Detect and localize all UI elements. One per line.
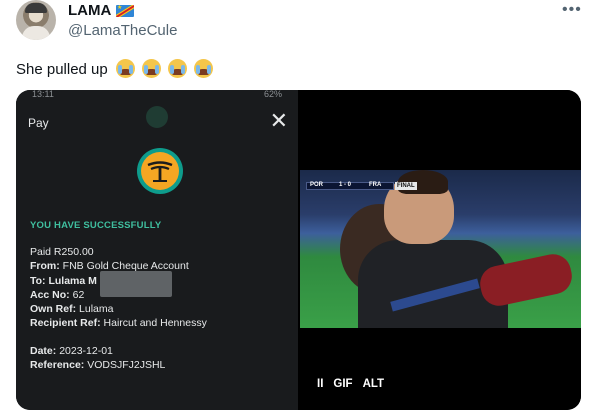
to-label: To:	[30, 274, 46, 287]
status-time: 13:11	[32, 90, 54, 99]
author-handle[interactable]: @LamaTheCule	[68, 22, 177, 39]
payment-screenshot[interactable]: 13:11 62% Pay ✕ YOU HAVE SUCCESSFULLY Pa…	[16, 90, 298, 410]
gif-frame: POR 1 - 0 FRA FINAL	[300, 170, 581, 328]
paid-row: Paid R250.00	[30, 246, 94, 258]
from-label: From:	[30, 260, 60, 273]
recipient-ref-label: Recipient Ref:	[30, 317, 101, 330]
author-name[interactable]: LAMA	[68, 2, 111, 19]
gif-pane[interactable]: POR 1 - 0 FRA FINAL II GIF ALT	[300, 90, 581, 410]
alt-button[interactable]: ALT	[363, 378, 385, 390]
score-away: FRA	[369, 182, 382, 188]
reference-row: Reference: VODSJFJ2JSHL	[30, 358, 165, 372]
recipient-ref-value: Haircut and Hennessy	[103, 317, 207, 330]
own-ref-row: Own Ref: Lulama	[30, 302, 207, 316]
loudly-crying-face-icon	[194, 59, 214, 78]
recipient-ref-row: Recipient Ref: Haircut and Hennessy	[30, 316, 207, 330]
media-grid[interactable]: 13:11 62% Pay ✕ YOU HAVE SUCCESSFULLY Pa…	[16, 90, 581, 410]
to-value: Lulama M	[48, 274, 97, 287]
loudly-crying-face-icon	[168, 59, 188, 78]
tweet-text-content: She pulled up	[16, 61, 108, 78]
emoji-row	[115, 59, 217, 82]
faint-logo-icon	[146, 106, 168, 128]
score-home: POR	[310, 182, 324, 188]
status-battery: 62%	[263, 90, 282, 99]
payment-meta: Date: 2023-12-01 Reference: VODSJFJ2JSHL	[30, 344, 165, 372]
date-label: Date:	[30, 345, 57, 357]
loudly-crying-face-icon	[142, 59, 162, 78]
fnb-tree-icon	[147, 161, 173, 182]
pause-button[interactable]: II	[317, 378, 323, 390]
own-ref-label: Own Ref:	[30, 303, 77, 316]
avatar-shirt	[22, 26, 50, 40]
avatar-hat	[25, 3, 47, 13]
reference-value: VODSJFJ2JSHL	[87, 359, 166, 371]
redaction-blur	[100, 271, 172, 297]
gif-controls: II GIF ALT	[317, 378, 394, 390]
reference-label: Reference:	[30, 359, 85, 371]
loudly-crying-face-icon	[115, 59, 135, 78]
gif-badge: GIF	[333, 378, 353, 390]
flag-icon: ★	[116, 5, 134, 17]
success-text: YOU HAVE SUCCESSFULLY	[30, 220, 162, 231]
more-options-icon[interactable]: •••	[562, 1, 582, 19]
fnb-logo-icon	[137, 148, 183, 194]
pay-title: Pay	[28, 116, 49, 130]
flag-star-icon: ★	[117, 5, 123, 11]
date-row: Date: 2023-12-01	[30, 344, 165, 358]
date-value: 2023-12-01	[59, 345, 113, 357]
avatar[interactable]	[16, 0, 56, 40]
acc-value: 62	[72, 288, 85, 301]
score-value: 1 - 0	[339, 182, 352, 188]
tweet-text: She pulled up	[16, 59, 216, 82]
acc-label: Acc No:	[30, 288, 70, 301]
scoreboard: POR 1 - 0 FRA	[306, 182, 394, 190]
close-icon: ✕	[269, 108, 288, 133]
own-ref-value: Lulama	[79, 303, 114, 316]
final-tag: FINAL	[395, 182, 417, 190]
